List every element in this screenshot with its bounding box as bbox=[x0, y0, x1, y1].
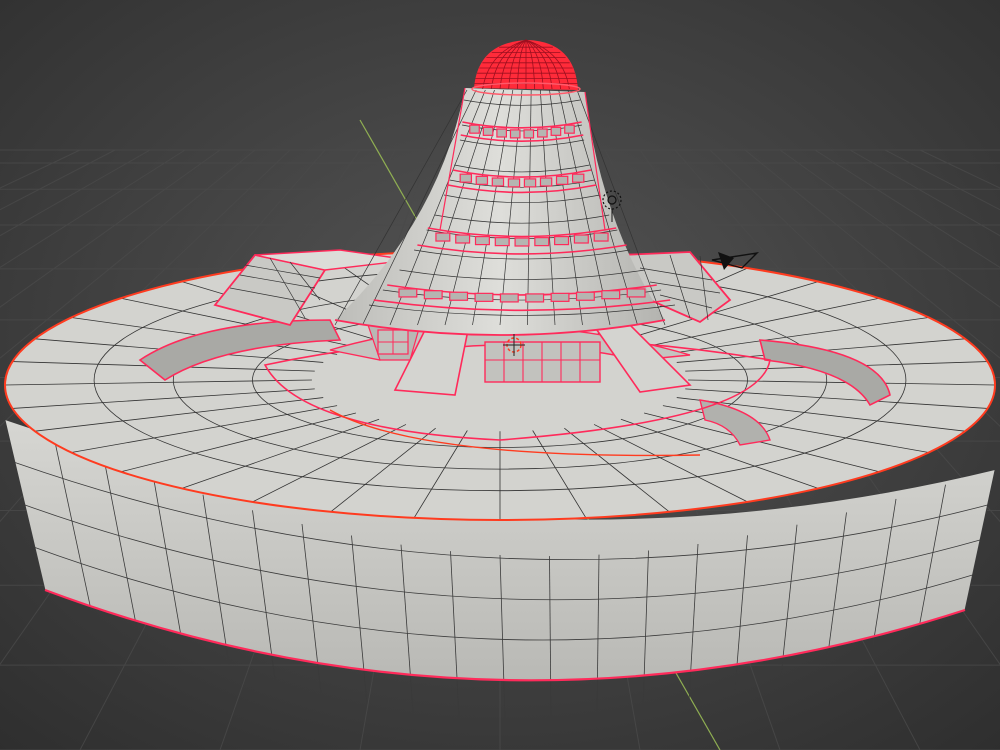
viewport-canvas[interactable] bbox=[0, 0, 1000, 750]
3d-viewport[interactable] bbox=[0, 0, 1000, 750]
